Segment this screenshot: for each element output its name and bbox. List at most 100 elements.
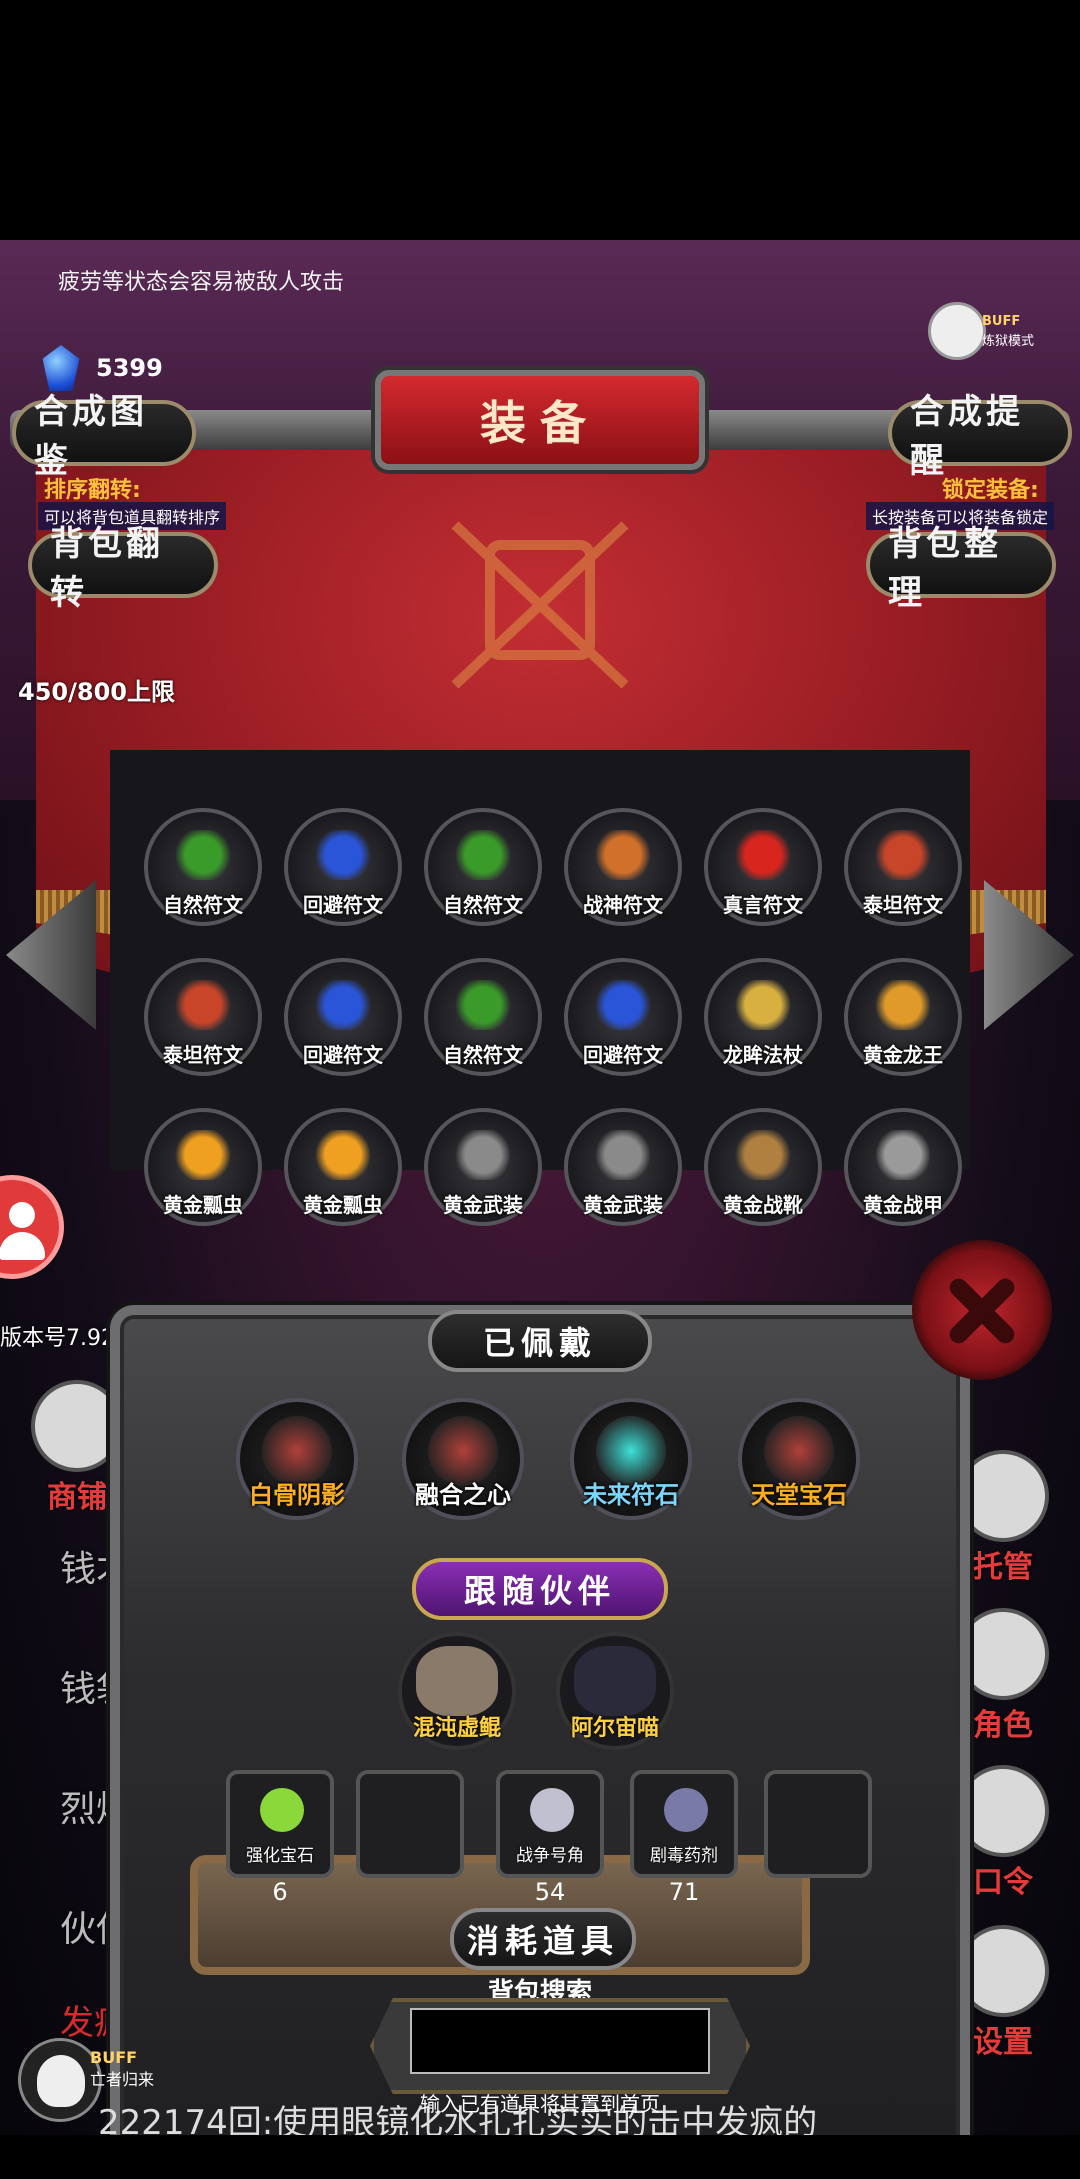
golden-armament-icon <box>452 1130 514 1180</box>
inventory-slot[interactable]: 泰坦符文 <box>144 958 262 1076</box>
companion-slot[interactable]: 混沌虚鲲 <box>398 1632 516 1750</box>
golden-ladybug-icon <box>312 1130 374 1180</box>
user-avatar-button[interactable] <box>0 1175 64 1279</box>
inventory-slot-label: 黄金瓢虫 <box>163 1193 243 1217</box>
consumable-slot[interactable]: 剧毒药剂 71 <box>630 1770 738 1906</box>
nature-rune-icon <box>172 830 234 880</box>
worn-slot[interactable]: 融合之心 <box>402 1398 524 1520</box>
hooded-figure-icon <box>957 1608 1049 1700</box>
inventory-slot[interactable]: 黄金武装 <box>564 1108 682 1226</box>
inventory-slot[interactable]: 回避符文 <box>284 958 402 1076</box>
synth-remind-button[interactable]: 合成提醒 <box>888 392 1072 481</box>
inventory-slot-label: 真言符文 <box>723 893 803 917</box>
inventory-slot[interactable]: 龙眸法杖 <box>704 958 822 1076</box>
inventory-slot[interactable]: 黄金战甲 <box>844 1108 962 1226</box>
inventory-slot[interactable]: 自然符文 <box>424 808 542 926</box>
worn-section-title: 已佩戴 <box>428 1310 652 1372</box>
game-viewport: 疲劳等状态会容易被敌人攻击 5399 BUFF 炼狱模式 装备 合成图鉴 合成提… <box>0 240 1080 2135</box>
inventory-slot-label: 黄金武装 <box>583 1193 663 1217</box>
titan-rune-icon <box>872 830 934 880</box>
worn-slot[interactable]: 白骨阴影 <box>236 1398 358 1520</box>
inventory-slot[interactable]: 黄金瓢虫 <box>284 1108 402 1226</box>
inventory-slot[interactable]: 真言符文 <box>704 808 822 926</box>
inventory-slot[interactable]: 自然符文 <box>144 808 262 926</box>
buff-mode-text: 炼狱模式 <box>982 334 1035 349</box>
close-button[interactable] <box>912 1240 1052 1380</box>
bag-flip-button[interactable]: 背包翻转 <box>28 524 218 613</box>
bag-sort-button[interactable]: 背包整理 <box>866 524 1056 613</box>
page-title: 装备 <box>375 370 705 470</box>
chaos-whale-icon <box>416 1646 498 1716</box>
buff-mode-badge[interactable]: BUFF 炼狱模式 <box>928 302 1048 372</box>
war-god-rune-icon <box>592 830 654 880</box>
inventory-slot[interactable]: 黄金瓢虫 <box>144 1108 262 1226</box>
consumable-label: 剧毒药剂 <box>650 1846 718 1866</box>
inventory-slot-label: 回避符文 <box>583 1043 663 1067</box>
companion-label: 阿尔宙喵 <box>570 1716 659 1741</box>
enhance-gem-icon <box>260 1788 304 1832</box>
companion-section-title: 跟随伙伴 <box>412 1558 668 1620</box>
inventory-slot[interactable]: 自然符文 <box>424 958 542 1076</box>
golden-armament-icon <box>592 1130 654 1180</box>
consumable-slot[interactable]: 战争号角 54 <box>496 1770 604 1906</box>
inventory-slot-label: 自然符文 <box>443 1043 523 1067</box>
synth-guide-button[interactable]: 合成图鉴 <box>12 392 196 481</box>
inventory-slot[interactable]: 回避符文 <box>284 808 402 926</box>
worn-slot[interactable]: 未来符石 <box>570 1398 692 1520</box>
golden-armor-icon <box>872 1130 934 1180</box>
inventory-slot-label: 自然符文 <box>163 893 243 917</box>
golden-dragon-icon <box>872 980 934 1030</box>
bag-search-input[interactable] <box>410 2008 710 2074</box>
buff-bottom-sub: 亡者归来 <box>90 2070 155 2089</box>
gem-count-value: 5399 <box>96 354 163 382</box>
version-label: 版本号7.92 <box>0 1326 115 1351</box>
dice-icon <box>957 1450 1049 1542</box>
worn-slot-label: 融合之心 <box>415 1481 511 1509</box>
inventory-slot[interactable]: 战神符文 <box>564 808 682 926</box>
companion-label: 混沌虚鲲 <box>412 1716 501 1741</box>
worn-slot-label: 白骨阴影 <box>249 1481 345 1509</box>
inventory-slot-label: 回避符文 <box>303 1043 383 1067</box>
consumable-count: 6 <box>272 1878 288 1906</box>
companion-slot[interactable]: 阿尔宙喵 <box>556 1632 674 1750</box>
inventory-grid-background <box>110 750 970 1170</box>
evasion-rune-icon <box>592 980 654 1030</box>
inventory-slot-label: 战神符文 <box>583 893 663 917</box>
consumable-count: 54 <box>534 1878 566 1906</box>
tip-text: 疲劳等状态会容易被敌人攻击 <box>58 270 345 295</box>
worn-slot-label: 未来符石 <box>583 1481 679 1509</box>
dragon-staff-icon <box>732 980 794 1030</box>
evasion-rune-icon <box>312 830 374 880</box>
inventory-slot-label: 回避符文 <box>303 893 383 917</box>
inventory-slot[interactable]: 黄金龙王 <box>844 958 962 1076</box>
inventory-slot-label: 自然符文 <box>443 893 523 917</box>
inventory-slot[interactable]: 回避符文 <box>564 958 682 1076</box>
inventory-slot-label: 泰坦符文 <box>163 1043 243 1067</box>
mantra-rune-icon <box>732 830 794 880</box>
arceus-cat-icon <box>574 1646 656 1716</box>
inventory-slot[interactable]: 黄金武装 <box>424 1108 542 1226</box>
consumables-section-title: 消耗道具 <box>450 1908 636 1970</box>
golden-boots-icon <box>732 1130 794 1180</box>
consumable-slot-empty[interactable] <box>764 1770 872 1878</box>
war-horn-icon <box>530 1788 574 1832</box>
inventory-slot-label: 黄金战靴 <box>723 1193 803 1217</box>
bag-search-hint: 输入已有道具将其置到首页 <box>420 2092 660 2116</box>
golden-ladybug-icon <box>172 1130 234 1180</box>
scroll-icon <box>957 1765 1049 1857</box>
user-icon <box>9 1202 35 1228</box>
evasion-rune-icon <box>312 980 374 1030</box>
buff-bottom-label: BUFF <box>90 2048 138 2067</box>
inventory-slot[interactable]: 黄金战靴 <box>704 1108 822 1226</box>
crossed-swords-emblem-icon <box>451 521 629 689</box>
consumable-slot[interactable]: 强化宝石 6 <box>226 1770 334 1906</box>
inventory-slot[interactable]: 泰坦符文 <box>844 808 962 926</box>
consumable-slot-empty[interactable] <box>356 1770 464 1878</box>
worn-slot[interactable]: 天堂宝石 <box>738 1398 860 1520</box>
buff-label: BUFF <box>982 314 1021 329</box>
sort-flip-title: 排序翻转: <box>44 478 141 503</box>
worn-slot-label: 天堂宝石 <box>751 1481 847 1509</box>
lock-equip-title: 锁定装备: <box>942 478 1039 503</box>
consumable-label: 强化宝石 <box>246 1846 314 1866</box>
nature-rune-icon <box>452 830 514 880</box>
